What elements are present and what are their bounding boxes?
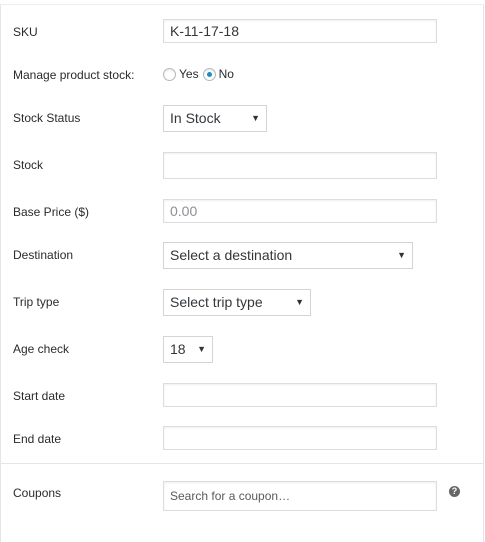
age-check-select[interactable]: 18 ▼ [163,336,213,363]
product-data-panel [0,4,484,542]
destination-value: Select a destination [170,247,293,263]
age-check-value: 18 [170,341,186,357]
sku-input[interactable]: K-11-17-18 [163,19,437,43]
coupon-search-input[interactable]: Search for a coupon… [163,481,437,511]
manage-stock-no-label: No [218,67,234,81]
stock-status-select[interactable]: In Stock ▼ [163,105,267,132]
chevron-down-icon: ▼ [295,297,304,307]
start-date-input[interactable] [163,383,437,407]
destination-label: Destination [13,248,74,262]
stock-input[interactable] [163,152,437,179]
chevron-down-icon: ▼ [397,250,406,260]
age-check-label: Age check [13,342,70,356]
manage-stock-label: Manage product stock: [13,68,135,82]
trip-type-select[interactable]: Select trip type ▼ [163,289,311,316]
section-divider [1,463,483,464]
help-icon[interactable]: ? [449,486,460,497]
trip-type-value: Select trip type [170,294,263,310]
end-date-input[interactable] [163,426,437,450]
manage-stock-yes-label: Yes [179,67,199,81]
stock-status-value: In Stock [170,110,221,126]
base-price-label: Base Price ($) [13,205,90,219]
manage-stock-yes-radio[interactable] [163,67,176,81]
manage-stock-radio-group: Yes No [163,66,238,82]
end-date-label: End date [13,432,62,446]
destination-select[interactable]: Select a destination ▼ [163,242,413,269]
stock-status-label: Stock Status [13,111,81,125]
stock-label: Stock [13,158,44,172]
start-date-label: Start date [13,389,66,403]
coupons-label: Coupons [13,486,62,500]
chevron-down-icon: ▼ [197,344,206,354]
chevron-down-icon: ▼ [251,113,260,123]
sku-label: SKU [13,25,38,39]
trip-type-label: Trip type [13,295,60,309]
base-price-input[interactable]: 0.00 [163,199,437,223]
manage-stock-no-radio[interactable] [202,67,216,81]
